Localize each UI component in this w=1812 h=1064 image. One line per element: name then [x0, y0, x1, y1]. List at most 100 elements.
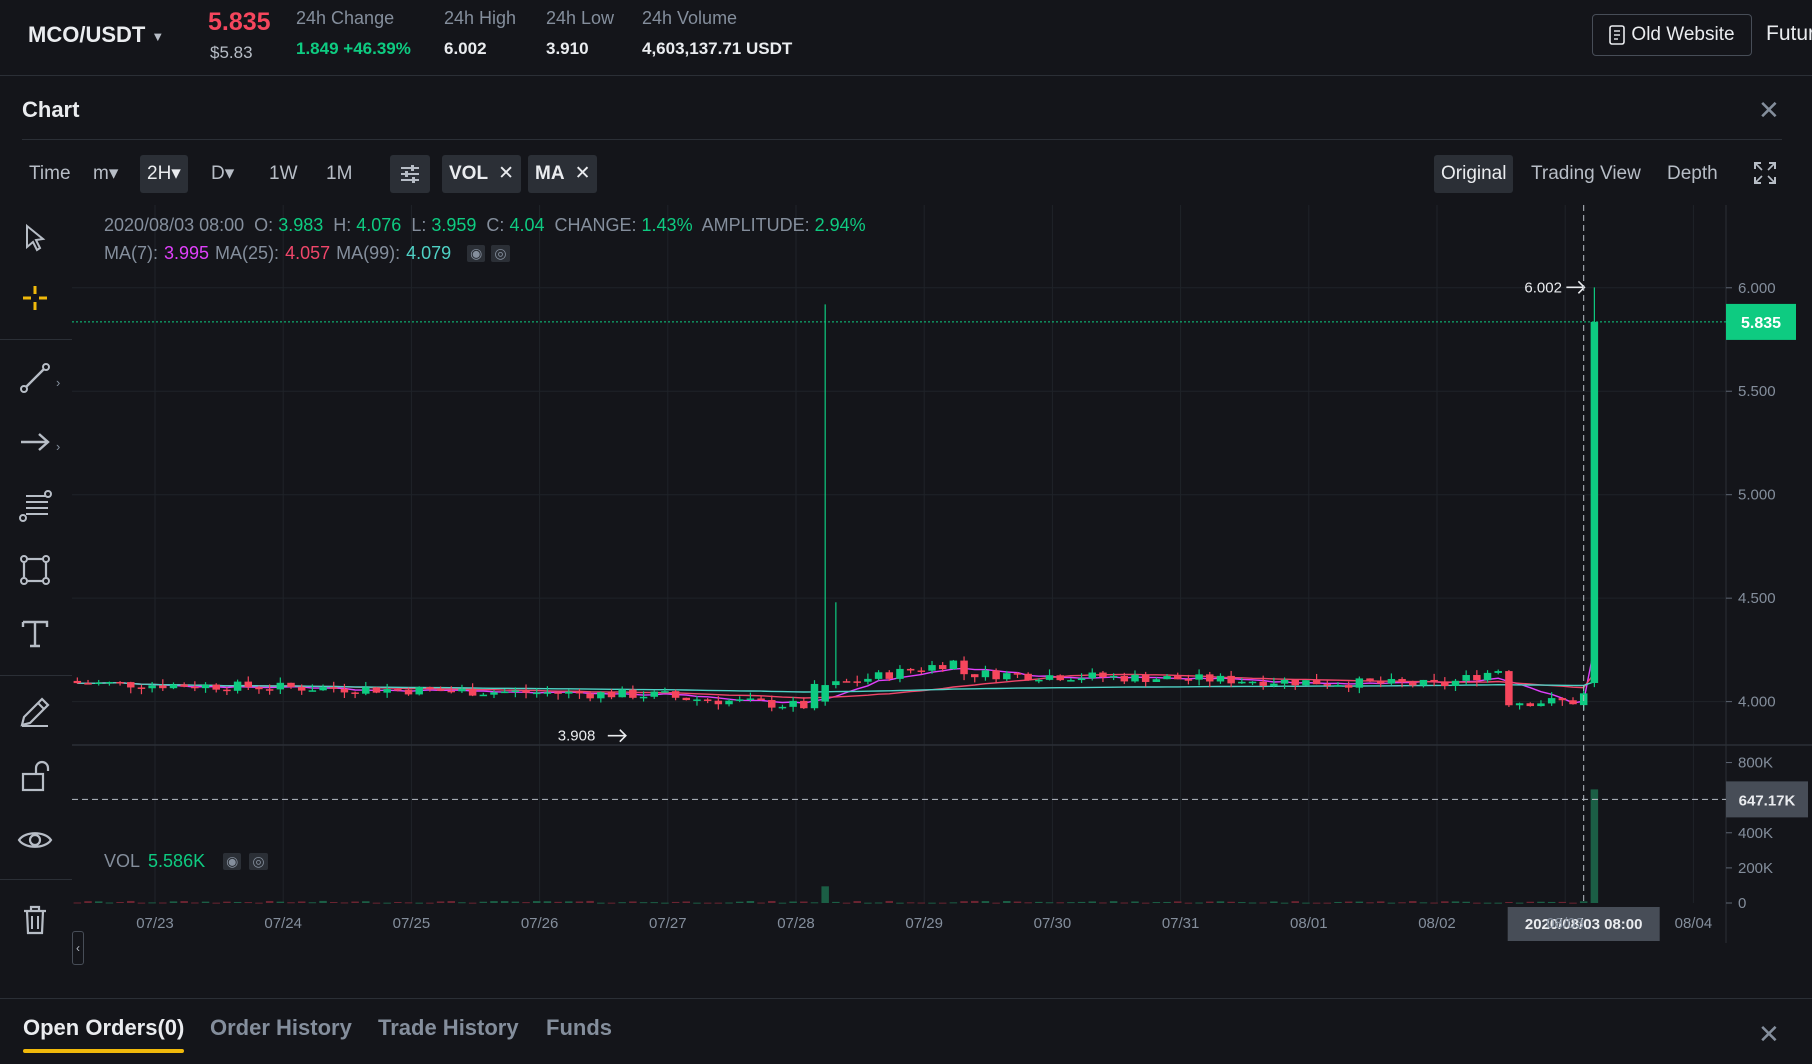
candle-body [565, 691, 573, 694]
stat-label: 24h Low [546, 8, 615, 28]
candle-body [522, 690, 530, 693]
volume-bar [842, 902, 851, 904]
view-depth[interactable]: Depth [1660, 155, 1725, 193]
view-trading-view[interactable]: Trading View [1524, 155, 1648, 193]
trash-icon[interactable] [12, 897, 58, 943]
candle-body [1227, 675, 1235, 684]
candle-body [746, 698, 755, 700]
view-original[interactable]: Original [1434, 155, 1514, 193]
trendline-icon[interactable] [12, 355, 58, 401]
volume-bar [586, 900, 594, 903]
vol-indicator-chip[interactable]: VOL ✕ [442, 155, 521, 193]
candle-body [1077, 678, 1086, 681]
volume-bar [351, 901, 359, 903]
ma-chip-label: MA [535, 163, 565, 184]
interval-week[interactable]: 1W [262, 155, 305, 193]
date-tick-label: 08/02 [1418, 915, 1456, 932]
close-icon[interactable]: ✕ [1758, 95, 1780, 126]
interval-2h[interactable]: 2H▾ [140, 155, 188, 193]
volume-bar [864, 902, 872, 904]
volume-bar [693, 902, 701, 904]
chevron-right-icon[interactable]: › [56, 375, 60, 390]
candle-body [137, 687, 146, 689]
tab-open-orders[interactable]: Open Orders(0) [23, 1015, 185, 1053]
volume-bar [297, 901, 306, 903]
pair-selector[interactable]: MCO/USDT ▼ [28, 22, 164, 48]
interval-day[interactable]: D▾ [204, 155, 241, 193]
text-tool-icon[interactable] [12, 611, 58, 657]
candle-body [404, 689, 413, 695]
last-price: 5.835 [208, 8, 271, 36]
candle-body [1291, 679, 1299, 686]
candle-body [1334, 685, 1342, 687]
interval-minutes[interactable]: m▾ [86, 155, 125, 193]
stat-label: 24h High [444, 8, 517, 28]
candle-body [1483, 672, 1492, 681]
crosshair-icon[interactable] [12, 275, 58, 321]
candle-body [1558, 698, 1567, 701]
candle-body [810, 683, 819, 709]
eye-icon[interactable]: ◉ [467, 245, 486, 262]
candle-body [191, 686, 199, 689]
price-chart[interactable]: 5.835 6.002 3.908 647.17K 2020/08/03 08:00 6… [72, 205, 1812, 997]
remove-icon[interactable]: ✕ [498, 163, 514, 184]
volume-bar [1451, 901, 1460, 903]
indicator-settings-icon[interactable] [390, 155, 430, 193]
settings-icon[interactable]: ◎ [491, 245, 510, 262]
stat-value: 6.002 [444, 39, 487, 58]
edit-drawing-icon[interactable] [12, 689, 58, 735]
date-tick-label: 07/31 [1162, 915, 1200, 932]
volume-bar [1120, 902, 1129, 904]
eye-icon[interactable]: ◉ [223, 853, 242, 870]
candle-body [127, 682, 135, 688]
volume-bar [1099, 902, 1107, 904]
candle-body [543, 692, 552, 694]
candle-body [864, 678, 872, 682]
eye-visibility-icon[interactable] [12, 817, 58, 863]
tab-trade-history[interactable]: Trade History [378, 1015, 519, 1041]
ma-indicator-chip[interactable]: MA ✕ [528, 155, 598, 193]
settings-icon[interactable]: ◎ [249, 853, 268, 870]
volume-bar [372, 902, 381, 904]
volume-bar [1558, 901, 1567, 903]
chart-canvas[interactable]: 5.835 6.002 3.908 647.17K 2020/08/03 08:00 6… [72, 205, 1812, 997]
candle-body [383, 689, 391, 693]
futures-link[interactable]: Futur [1766, 22, 1812, 46]
unlock-icon[interactable] [12, 753, 58, 799]
volume-bar [265, 900, 274, 903]
old-website-button[interactable]: Old Website [1592, 14, 1752, 56]
fullscreen-icon[interactable] [1746, 155, 1784, 193]
volume-bar [1344, 901, 1353, 903]
ray-arrow-icon[interactable] [12, 419, 58, 465]
volume-bar [1003, 901, 1011, 903]
collapse-toolbar-icon[interactable]: ‹ [72, 931, 84, 965]
rectangle-icon[interactable] [12, 547, 58, 593]
close-icon[interactable]: ✕ [1758, 1019, 1780, 1050]
legend-change: 1.43% [641, 215, 693, 235]
date-tick-label: 07/25 [393, 915, 431, 932]
volume-bar [169, 901, 178, 903]
chevron-right-icon[interactable]: › [56, 439, 60, 454]
cursor-arrow-icon[interactable] [12, 215, 58, 261]
candle-body [928, 665, 936, 671]
candle-body [297, 686, 306, 691]
interval-month[interactable]: 1M [319, 155, 359, 193]
candle-body [532, 692, 541, 695]
high-marker-arrow [1566, 280, 1586, 294]
remove-icon[interactable]: ✕ [575, 163, 591, 184]
price-tick-label: 6.000 [1738, 280, 1776, 297]
volume-bar [500, 901, 509, 903]
candle-body [1537, 703, 1545, 707]
candle-body [1035, 679, 1043, 682]
tab-funds[interactable]: Funds [546, 1015, 612, 1041]
candle-body [490, 692, 498, 695]
vol-chip-label: VOL [449, 163, 489, 184]
tab-order-history[interactable]: Order History [210, 1015, 352, 1041]
caret-down-icon: ▼ [151, 28, 165, 44]
volume-bar [906, 902, 915, 904]
candle-body [1366, 678, 1374, 682]
candle-body [629, 689, 637, 698]
candle-body [1120, 675, 1129, 682]
fibonacci-icon[interactable] [12, 483, 58, 529]
volume-bar [1206, 901, 1214, 903]
